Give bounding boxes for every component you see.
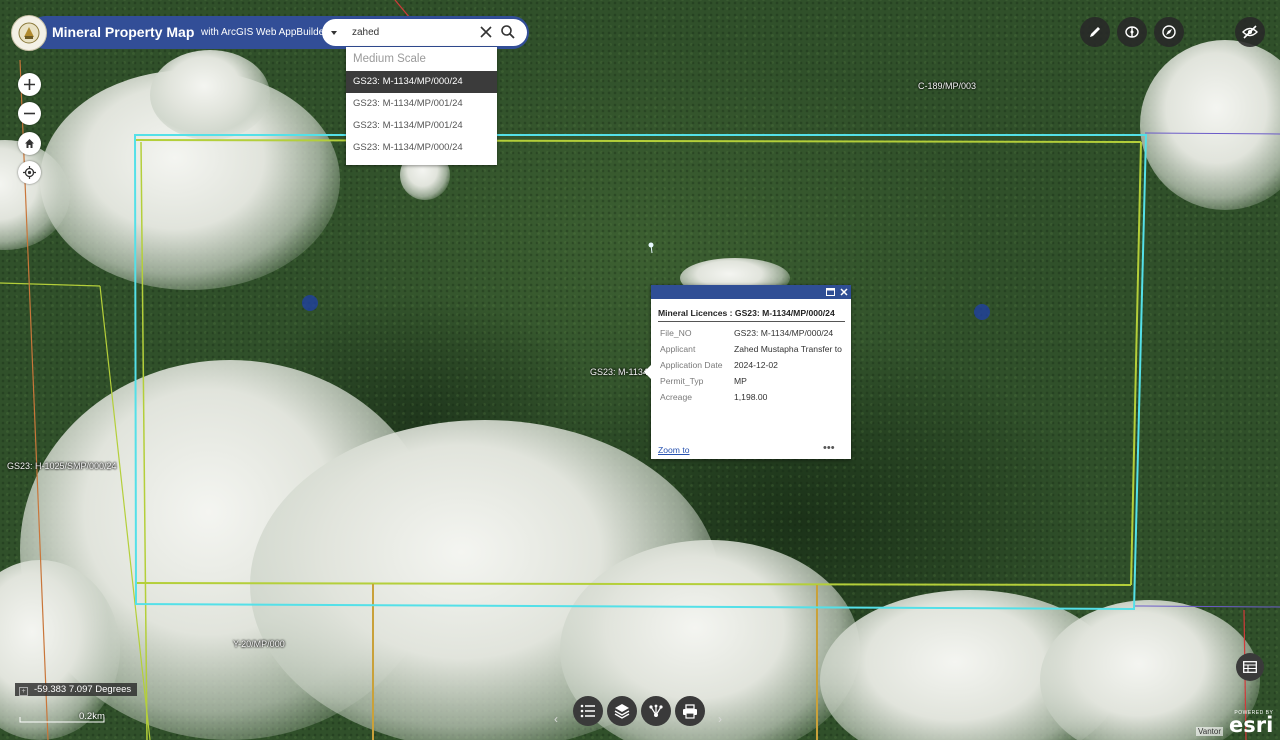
field-value: Zahed Mustapha Transfer to [734, 344, 842, 354]
table-row: Application Date 2024-12-02 [658, 359, 846, 375]
field-value: MP [734, 376, 747, 386]
logo-emblem-icon [18, 22, 40, 44]
esri-wordmark: esri [1229, 713, 1274, 737]
locate-icon [23, 166, 36, 179]
suggestion-group-label: Medium Scale [353, 53, 426, 65]
previous-arrow-icon[interactable]: ‹ [554, 712, 558, 726]
draw-button[interactable] [1080, 17, 1110, 47]
zoom-out-button[interactable] [18, 102, 41, 125]
search-suggestions: Medium Scale GS23: M-1134/MP/000/24 GS23… [346, 47, 497, 165]
table-row: File_NO GS23: M-1134/MP/000/24 [658, 327, 846, 343]
legend-button[interactable] [573, 696, 603, 726]
close-icon[interactable] [840, 288, 848, 296]
search-box [322, 19, 527, 46]
search-input[interactable] [348, 21, 480, 43]
app-subtitle: with ArcGIS Web AppBuilder [201, 27, 328, 38]
attribution-text: Vantor [1196, 727, 1223, 736]
coordinate-text: -59.383 7.097 Degrees [34, 684, 132, 695]
app-logo [11, 15, 47, 51]
hide-ui-button[interactable] [1235, 17, 1265, 47]
table-icon [1243, 661, 1257, 673]
scale-label: 0.2km [79, 711, 105, 722]
clear-search-icon[interactable] [478, 24, 494, 40]
suggestion-item[interactable]: GS23: M-1134/MP/000/24 [346, 137, 497, 159]
coordinate-locate-icon[interactable]: + [19, 687, 28, 696]
field-value: 2024-12-02 [734, 360, 778, 370]
share-icon [649, 704, 663, 717]
scale-bar: 0.2km [19, 711, 105, 723]
swipe-button[interactable] [1117, 17, 1147, 47]
table-row: Acreage 1,198.00 [658, 391, 846, 407]
legend-list-icon [580, 704, 595, 718]
field-value: GS23: M-1134/MP/000/24 [734, 328, 834, 338]
map-label: Y-20/MP/000 [233, 639, 285, 649]
esri-logo: POWERED BY esri [1229, 710, 1274, 737]
field-name: Acreage [660, 392, 693, 402]
more-actions-button[interactable]: ••• [823, 442, 835, 454]
field-name: Application Date [660, 360, 723, 370]
next-arrow-icon[interactable]: › [718, 712, 722, 726]
suggestion-item[interactable]: GS23: M-1134/MP/001/24 [346, 115, 497, 137]
search-source-dropdown-icon[interactable] [326, 25, 342, 41]
compass-button[interactable] [1154, 17, 1184, 47]
maximize-icon[interactable] [826, 288, 835, 296]
field-name: File_NO [660, 328, 692, 338]
field-value: 1,198.00 [734, 392, 768, 402]
zoom-to-link[interactable]: Zoom to [658, 445, 690, 455]
field-name: Permit_Typ [660, 376, 704, 386]
map-view[interactable]: C-189/MP/003 GS23: M-1134/MP/000/24 GS23… [0, 0, 1280, 740]
home-icon [25, 139, 34, 148]
attribute-table-button[interactable] [1236, 653, 1264, 681]
popup-pointer [644, 365, 651, 379]
suggestion-item[interactable]: GS23: M-1134/MP/000/24 [346, 71, 497, 93]
map-label: GS23: M-1134/MP/000/24 [590, 367, 648, 377]
app-title: Mineral Property Map [52, 24, 195, 40]
attribute-table: File_NO GS23: M-1134/MP/000/24 Applicant Z… [658, 327, 846, 407]
table-row: Permit_Typ MP [658, 375, 846, 391]
feature-popup: Mineral Licences : GS23: M-1134/MP/000/2… [644, 285, 851, 459]
map-label: GS23: H-1025/SMP/000/24 [7, 461, 117, 471]
suggestion-item[interactable]: GS23: M-1134/MP/001/24 [346, 93, 497, 115]
swipe-icon [1125, 26, 1139, 38]
hide-icon [1242, 25, 1258, 39]
share-button[interactable] [641, 696, 671, 726]
zoom-in-icon [24, 79, 35, 90]
draw-icon [1090, 27, 1100, 37]
layers-icon [614, 704, 630, 719]
locate-button[interactable] [18, 161, 41, 184]
print-button[interactable] [675, 696, 705, 726]
print-icon [683, 703, 697, 719]
zoom-in-button[interactable] [18, 73, 41, 96]
search-icon[interactable] [500, 24, 516, 40]
compass-icon [1162, 25, 1176, 39]
app-header: Mineral Property Map with ArcGIS Web App… [11, 15, 531, 51]
table-row: Applicant Zahed Mustapha Transfer to [658, 343, 846, 359]
popup-title: Mineral Licences : GS23: M-1134/MP/000/2… [658, 308, 845, 322]
layers-button[interactable] [607, 696, 637, 726]
coordinate-readout: + -59.383 7.097 Degrees [15, 683, 138, 696]
map-label: C-189/MP/003 [918, 81, 977, 91]
popup-header [651, 285, 851, 299]
zoom-out-icon [24, 112, 35, 115]
field-name: Applicant [660, 344, 696, 354]
home-button[interactable] [18, 132, 41, 155]
